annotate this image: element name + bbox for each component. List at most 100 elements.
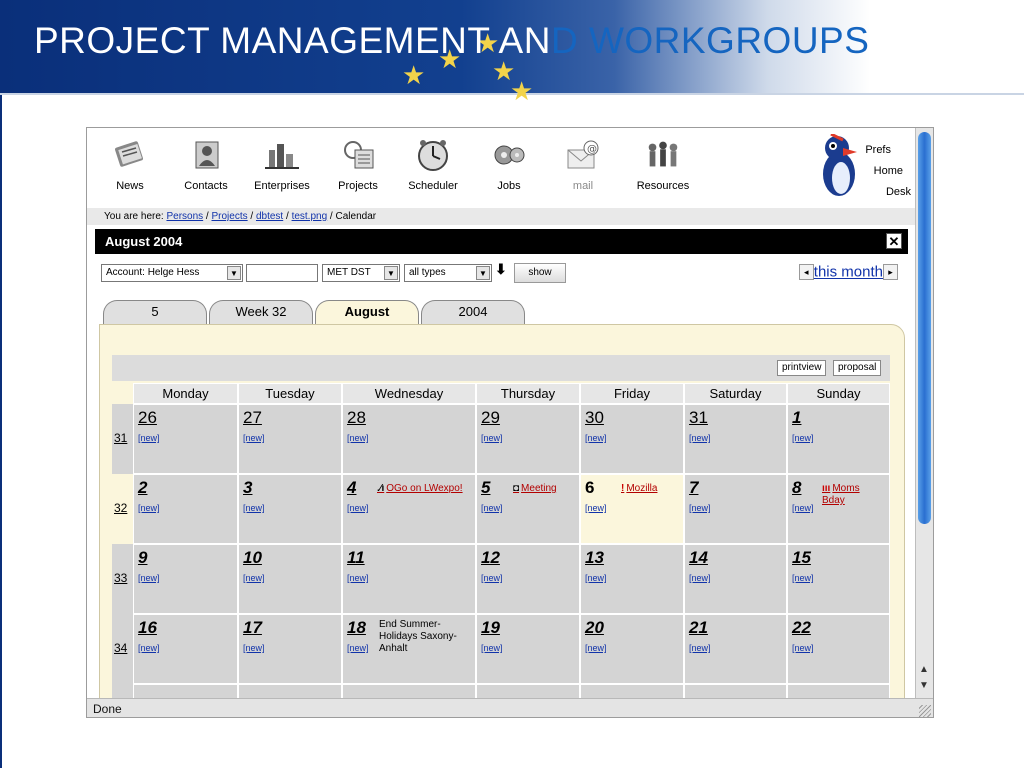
new-appointment-link[interactable]: [new] (792, 573, 814, 583)
toolbar-jobs[interactable]: Jobs (487, 136, 531, 192)
new-appointment-link[interactable]: [new] (585, 503, 607, 513)
new-appointment-link[interactable]: [new] (585, 573, 607, 583)
week-number-label[interactable]: 33 (114, 571, 127, 585)
tab-day[interactable]: 5 (103, 300, 207, 324)
scroll-up-icon[interactable]: ▲ (919, 664, 929, 675)
day-number[interactable]: 22 (792, 618, 811, 638)
day-number[interactable]: 19 (481, 618, 500, 638)
week-number-label[interactable]: 34 (114, 641, 127, 655)
day-number[interactable]: 9 (138, 548, 147, 568)
day-cell[interactable]: 22 [new] (787, 614, 890, 684)
day-cell[interactable]: 29 [new] (476, 404, 580, 474)
new-appointment-link[interactable]: [new] (689, 573, 711, 583)
day-number[interactable]: 18 (347, 618, 366, 638)
day-number[interactable]: 10 (243, 548, 262, 568)
day-cell[interactable]: 28 [new] (342, 404, 476, 474)
day-cell[interactable]: 5 ◘ Meeting [new] (476, 474, 580, 544)
day-cell[interactable]: 4 .⁄ı OGo on LWexpo! [new] (342, 474, 476, 544)
tab-month[interactable]: August (315, 300, 419, 326)
new-appointment-link[interactable]: [new] (243, 573, 265, 583)
day-cell[interactable]: 1 [new] (787, 404, 890, 474)
day-number[interactable]: 20 (585, 618, 604, 638)
day-cell[interactable]: 12 [new] (476, 544, 580, 614)
home-link[interactable]: Home (865, 161, 903, 182)
event-title[interactable]: Mozilla (626, 483, 657, 494)
day-cell[interactable]: 16 [new] (133, 614, 238, 684)
new-appointment-link[interactable]: [new] (481, 573, 503, 583)
close-icon[interactable]: ✕ (886, 233, 902, 249)
tab-year[interactable]: 2004 (421, 300, 525, 324)
day-number[interactable]: 12 (481, 548, 500, 568)
new-appointment-link[interactable]: [new] (481, 643, 503, 653)
this-month-link[interactable]: this month (814, 264, 883, 281)
toolbar-mail[interactable]: @ mail (563, 136, 603, 192)
event-link[interactable]: ! Mozilla (621, 483, 657, 495)
new-appointment-link[interactable]: [new] (138, 643, 160, 653)
toolbar-resources[interactable]: Resources (631, 136, 695, 192)
new-appointment-link[interactable]: [new] (138, 503, 160, 513)
desk-link[interactable]: Desk (865, 182, 911, 203)
day-number[interactable]: 29 (481, 408, 500, 428)
day-cell[interactable]: 11 [new] (342, 544, 476, 614)
breadcrumb-dbtest[interactable]: dbtest (256, 211, 283, 222)
toolbar-contacts[interactable]: Contacts (179, 136, 233, 192)
timezone-select[interactable]: MET DST ▼ (322, 264, 400, 282)
day-cell[interactable]: 27 [new] (238, 404, 342, 474)
proposal-button[interactable]: proposal (833, 360, 882, 376)
new-appointment-link[interactable]: [new] (689, 433, 711, 443)
new-appointment-link[interactable]: [new] (481, 503, 503, 513)
day-number[interactable]: 16 (138, 618, 157, 638)
day-cell[interactable]: 30 [new] (580, 404, 684, 474)
week-number-label[interactable]: 31 (114, 431, 127, 445)
week-number[interactable]: 32 (112, 474, 133, 544)
day-number[interactable]: 21 (689, 618, 708, 638)
day-cell[interactable]: 10 [new] (238, 544, 342, 614)
event-link[interactable]: .⁄ı OGo on LWexpo! (377, 483, 467, 495)
prev-month-button[interactable]: ◂ (798, 264, 814, 281)
account-select[interactable]: Account: Helge Hess ▼ (101, 264, 243, 282)
type-select[interactable]: all types ▼ (404, 264, 492, 282)
new-appointment-link[interactable]: [new] (347, 503, 369, 513)
day-cell[interactable]: 17 [new] (238, 614, 342, 684)
day-number[interactable]: 6 (585, 478, 594, 498)
tab-week[interactable]: Week 32 (209, 300, 313, 324)
event-link[interactable]: ııı Moms Bday (822, 483, 882, 507)
day-cell[interactable]: 19 [new] (476, 614, 580, 684)
new-appointment-link[interactable]: [new] (792, 643, 814, 653)
day-cell[interactable]: 15 [new] (787, 544, 890, 614)
day-cell[interactable]: 21 [new] (684, 614, 787, 684)
day-cell[interactable]: 20 [new] (580, 614, 684, 684)
new-appointment-link[interactable]: [new] (138, 573, 160, 583)
day-number[interactable]: 5 (481, 478, 490, 498)
event-title[interactable]: Meeting (521, 483, 557, 494)
prefs-link[interactable]: Prefs (865, 140, 891, 161)
day-number[interactable]: 15 (792, 548, 811, 568)
search-input[interactable] (246, 264, 318, 282)
toolbar-enterprises[interactable]: Enterprises (249, 136, 315, 192)
week-number-label[interactable]: 32 (114, 501, 127, 515)
day-cell[interactable]: 9 [new] (133, 544, 238, 614)
resize-grip-icon[interactable] (919, 705, 931, 717)
new-appointment-link[interactable]: [new] (243, 433, 265, 443)
new-appointment-link[interactable]: [new] (347, 573, 369, 583)
week-number[interactable]: 31 (112, 404, 133, 474)
day-cell[interactable]: 8 ııı Moms Bday [new] (787, 474, 890, 544)
vertical-scrollbar[interactable]: ▲ ▼ (915, 128, 933, 698)
day-cell[interactable]: 3 [new] (238, 474, 342, 544)
new-appointment-link[interactable]: [new] (689, 643, 711, 653)
printview-button[interactable]: printview (777, 360, 827, 376)
day-number[interactable]: 17 (243, 618, 262, 638)
event-link[interactable]: ◘ Meeting (513, 483, 557, 495)
day-number[interactable]: 1 (792, 408, 801, 428)
new-appointment-link[interactable]: [new] (243, 643, 265, 653)
event-title[interactable]: OGo on LWexpo! (386, 483, 462, 494)
new-appointment-link[interactable]: [new] (138, 433, 160, 443)
new-appointment-link[interactable]: [new] (792, 503, 814, 513)
new-appointment-link[interactable]: [new] (585, 433, 607, 443)
day-number[interactable]: 7 (689, 478, 698, 498)
next-month-button[interactable]: ▸ (883, 264, 898, 281)
toolbar-scheduler[interactable]: Scheduler (403, 136, 463, 192)
day-cell[interactable]: 14 [new] (684, 544, 787, 614)
day-cell[interactable]: 7 [new] (684, 474, 787, 544)
day-number[interactable]: 28 (347, 408, 366, 428)
